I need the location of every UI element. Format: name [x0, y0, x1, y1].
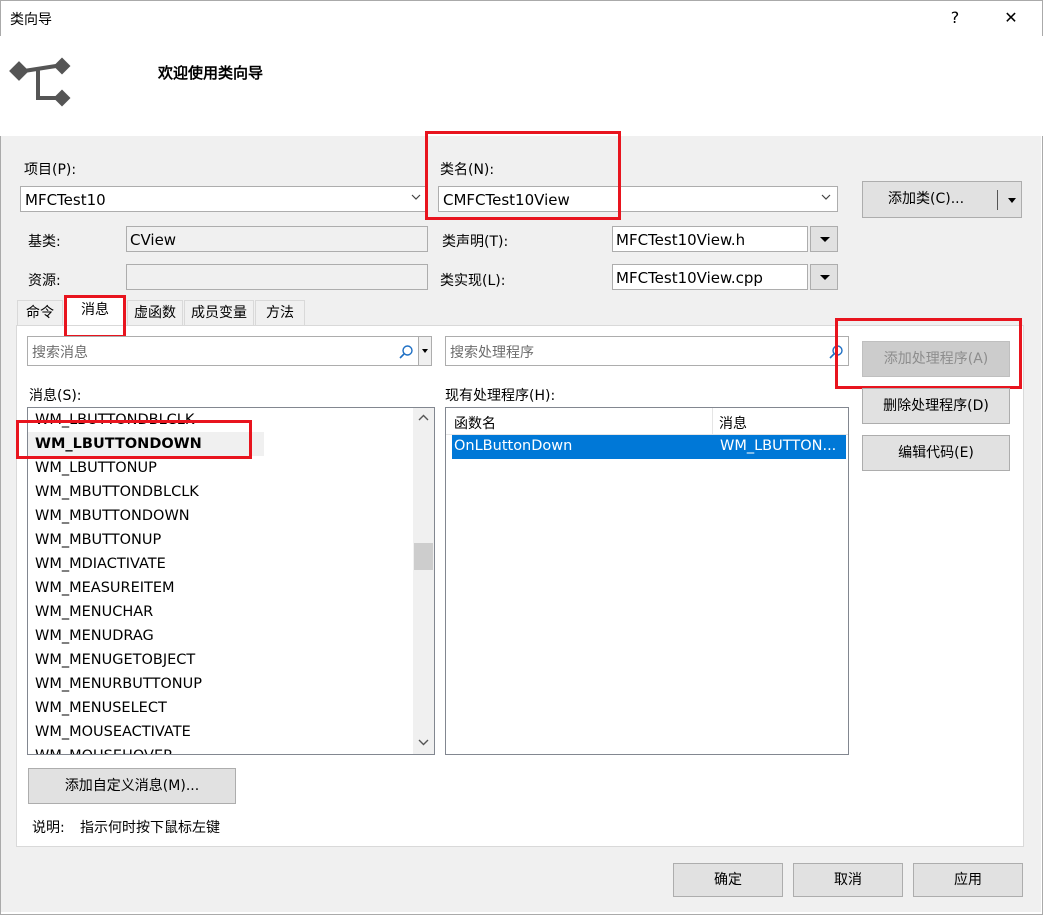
tab-commands[interactable]: 命令	[17, 300, 63, 325]
list-item[interactable]: WM_MENUCHAR	[35, 600, 153, 624]
project-value: MFCTest10	[25, 191, 106, 209]
search-icon	[399, 345, 413, 359]
chevron-down-icon[interactable]	[1008, 198, 1016, 203]
project-combo[interactable]: MFCTest10	[20, 186, 428, 212]
wizard-header: 欢迎使用类向导	[0, 36, 1043, 136]
tab-virtual-functions[interactable]: 虚函数	[127, 300, 183, 325]
table-row-selected[interactable]: OnLButtonDown WM_LBUTTON...	[452, 435, 846, 459]
class-decl-field[interactable]: MFCTest10View.h	[612, 226, 808, 252]
welcome-title: 欢迎使用类向导	[158, 64, 264, 82]
split-divider	[997, 190, 998, 210]
add-class-button[interactable]: 添加类(C)...	[862, 181, 1022, 218]
base-field: CView	[126, 226, 428, 252]
class-decl-value: MFCTest10View.h	[616, 231, 746, 249]
class-decl-label: 类声明(T):	[442, 234, 509, 250]
tab-methods[interactable]: 方法	[255, 300, 305, 325]
list-item[interactable]: WM_MBUTTONDOWN	[35, 504, 190, 528]
apply-button[interactable]: 应用	[913, 863, 1023, 897]
class-decl-dropdown[interactable]	[810, 226, 838, 252]
chevron-down-icon	[820, 237, 830, 242]
list-item[interactable]: WM_MOUSEHOVER	[35, 744, 173, 754]
list-item[interactable]: WM_LBUTTONUP	[35, 456, 157, 480]
ok-button[interactable]: 确定	[673, 863, 783, 897]
class-impl-label: 类实现(L):	[440, 273, 506, 289]
delete-handler-button[interactable]: 删除处理程序(D)	[862, 388, 1010, 424]
description-text: 指示何时按下鼠标左键	[80, 820, 220, 836]
handlers-label: 现有处理程序(H):	[445, 388, 556, 404]
search-handlers-placeholder: 搜索处理程序	[450, 345, 534, 361]
search-messages-input[interactable]: 搜索消息	[27, 336, 420, 366]
project-label: 项目(P):	[24, 162, 77, 178]
add-custom-message-button[interactable]: 添加自定义消息(M)...	[28, 768, 236, 804]
class-impl-dropdown[interactable]	[810, 264, 838, 290]
class-impl-field[interactable]: MFCTest10View.cpp	[612, 264, 808, 290]
handlers-list[interactable]: 函数名 消息 OnLButtonDown WM_LBUTTON...	[445, 407, 849, 755]
cancel-button[interactable]: 取消	[793, 863, 903, 897]
help-button[interactable]: ?	[940, 6, 970, 30]
messages-scrollbar[interactable]	[413, 408, 434, 754]
edit-code-button[interactable]: 编辑代码(E)	[862, 435, 1010, 471]
messages-list[interactable]: WM_LBUTTONDBLCLK WM_LBUTTONDOWN WM_LBUTT…	[27, 407, 435, 755]
resource-field	[126, 264, 428, 290]
title-bar: 类向导 ? ✕	[0, 0, 1043, 36]
column-header-function[interactable]: 函数名	[454, 413, 496, 433]
highlight-annotation	[835, 318, 1022, 389]
chevron-down-icon	[821, 194, 831, 200]
highlight-annotation	[425, 131, 621, 220]
class-impl-value: MFCTest10View.cpp	[616, 269, 763, 287]
resource-label: 资源:	[28, 273, 61, 289]
scrollbar-thumb[interactable]	[414, 543, 433, 570]
search-messages-placeholder: 搜索消息	[32, 345, 88, 361]
chevron-down-icon	[820, 275, 830, 280]
highlight-annotation	[64, 295, 126, 338]
list-item[interactable]: WM_MOUSEACTIVATE	[35, 720, 191, 744]
base-label: 基类:	[28, 234, 61, 250]
list-item[interactable]: WM_MDIACTIVATE	[35, 552, 166, 576]
list-item[interactable]: WM_MENURBUTTONUP	[35, 672, 202, 696]
list-item[interactable]: WM_MENUGETOBJECT	[35, 648, 195, 672]
handler-message-cell: WM_LBUTTON...	[720, 438, 837, 454]
scroll-up-icon[interactable]	[418, 414, 429, 422]
list-item[interactable]: WM_MBUTTONDBLCLK	[35, 480, 199, 504]
search-handlers-input[interactable]: 搜索处理程序	[445, 336, 849, 366]
chevron-down-icon	[411, 194, 421, 200]
handlers-header: 函数名 消息	[446, 408, 848, 435]
column-header-message[interactable]: 消息	[719, 413, 747, 433]
highlight-annotation	[16, 420, 252, 459]
close-button[interactable]: ✕	[996, 6, 1026, 30]
messages-label: 消息(S):	[29, 388, 82, 404]
tab-member-variables[interactable]: 成员变量	[184, 300, 254, 325]
scroll-down-icon[interactable]	[418, 738, 429, 746]
column-divider	[712, 408, 713, 434]
description-label: 说明:	[32, 820, 65, 836]
list-item[interactable]: WM_MENUSELECT	[35, 696, 167, 720]
base-value: CView	[130, 231, 177, 249]
chevron-down-icon	[422, 349, 428, 353]
handler-function-cell: OnLButtonDown	[454, 438, 573, 454]
list-item[interactable]: WM_MENUDRAG	[35, 624, 154, 648]
list-item[interactable]: WM_MBUTTONUP	[35, 528, 161, 552]
search-options-dropdown[interactable]	[418, 336, 432, 366]
list-item[interactable]: WM_MEASUREITEM	[35, 576, 175, 600]
add-class-label: 添加类(C)...	[888, 191, 965, 207]
class-wizard-icon	[9, 57, 71, 107]
window-title: 类向导	[10, 12, 52, 28]
